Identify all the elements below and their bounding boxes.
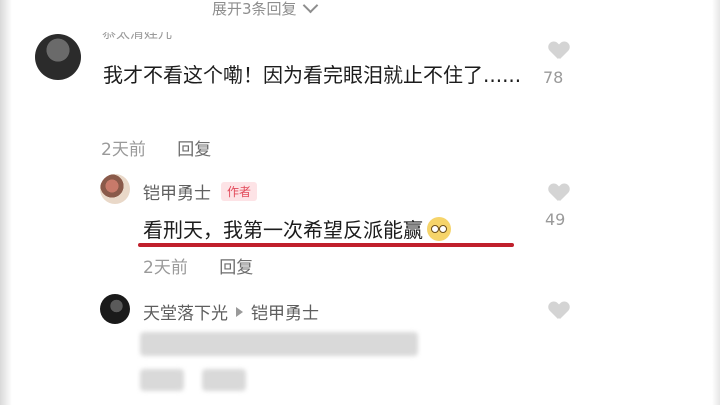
avatar[interactable]: [100, 174, 130, 204]
reply-button[interactable]: 回复: [177, 140, 211, 160]
reply-username-row: 铠甲勇士 作者: [143, 179, 258, 204]
reply-button[interactable]: 回复: [219, 258, 253, 278]
like-count: 78: [543, 68, 564, 87]
chevron-down-icon: [302, 0, 318, 13]
reply-username[interactable]: 天堂落下光: [143, 299, 228, 324]
like-heart-icon[interactable]: [549, 184, 569, 202]
side-eye-emoji-icon: [427, 216, 451, 241]
author-badge: 作者: [221, 182, 258, 201]
blurred-reply-button: [202, 369, 246, 391]
highlight-underline: [138, 243, 514, 247]
comment-meta: 2天前 回复: [101, 135, 211, 160]
comment-username[interactable]: 恭太清娃儿: [102, 32, 172, 42]
avatar[interactable]: [100, 294, 130, 324]
blurred-reply-time: [140, 369, 184, 391]
reply-text: 看刑天，我第一次希望反派能赢: [143, 218, 423, 242]
reply-text-row: 看刑天，我第一次希望反派能赢: [143, 214, 451, 243]
reply-username[interactable]: 铠甲勇士: [143, 179, 211, 204]
comment-time: 2天前: [101, 140, 146, 160]
reply-meta: 2天前 回复: [143, 253, 253, 278]
comment-text: 我才不看这个嘞！因为看完眼泪就止不住了......: [103, 63, 522, 87]
reply-username-row: 天堂落下光 铠甲勇士: [143, 299, 319, 324]
expand-replies-label: 展开3条回复: [212, 0, 297, 18]
reply-to-username[interactable]: 铠甲勇士: [251, 299, 319, 324]
like-count: 49: [545, 210, 566, 229]
avatar[interactable]: [35, 34, 81, 80]
like-heart-icon[interactable]: [549, 42, 569, 60]
reply-time: 2天前: [143, 258, 188, 278]
screen-edge-left: [0, 0, 12, 405]
expand-replies-button[interactable]: 展开3条回复: [212, 0, 318, 20]
reply-to-arrow-icon: [236, 306, 243, 317]
screen-edge-right: [712, 0, 720, 405]
like-heart-icon[interactable]: [549, 302, 569, 320]
blurred-reply-text: [140, 332, 418, 356]
